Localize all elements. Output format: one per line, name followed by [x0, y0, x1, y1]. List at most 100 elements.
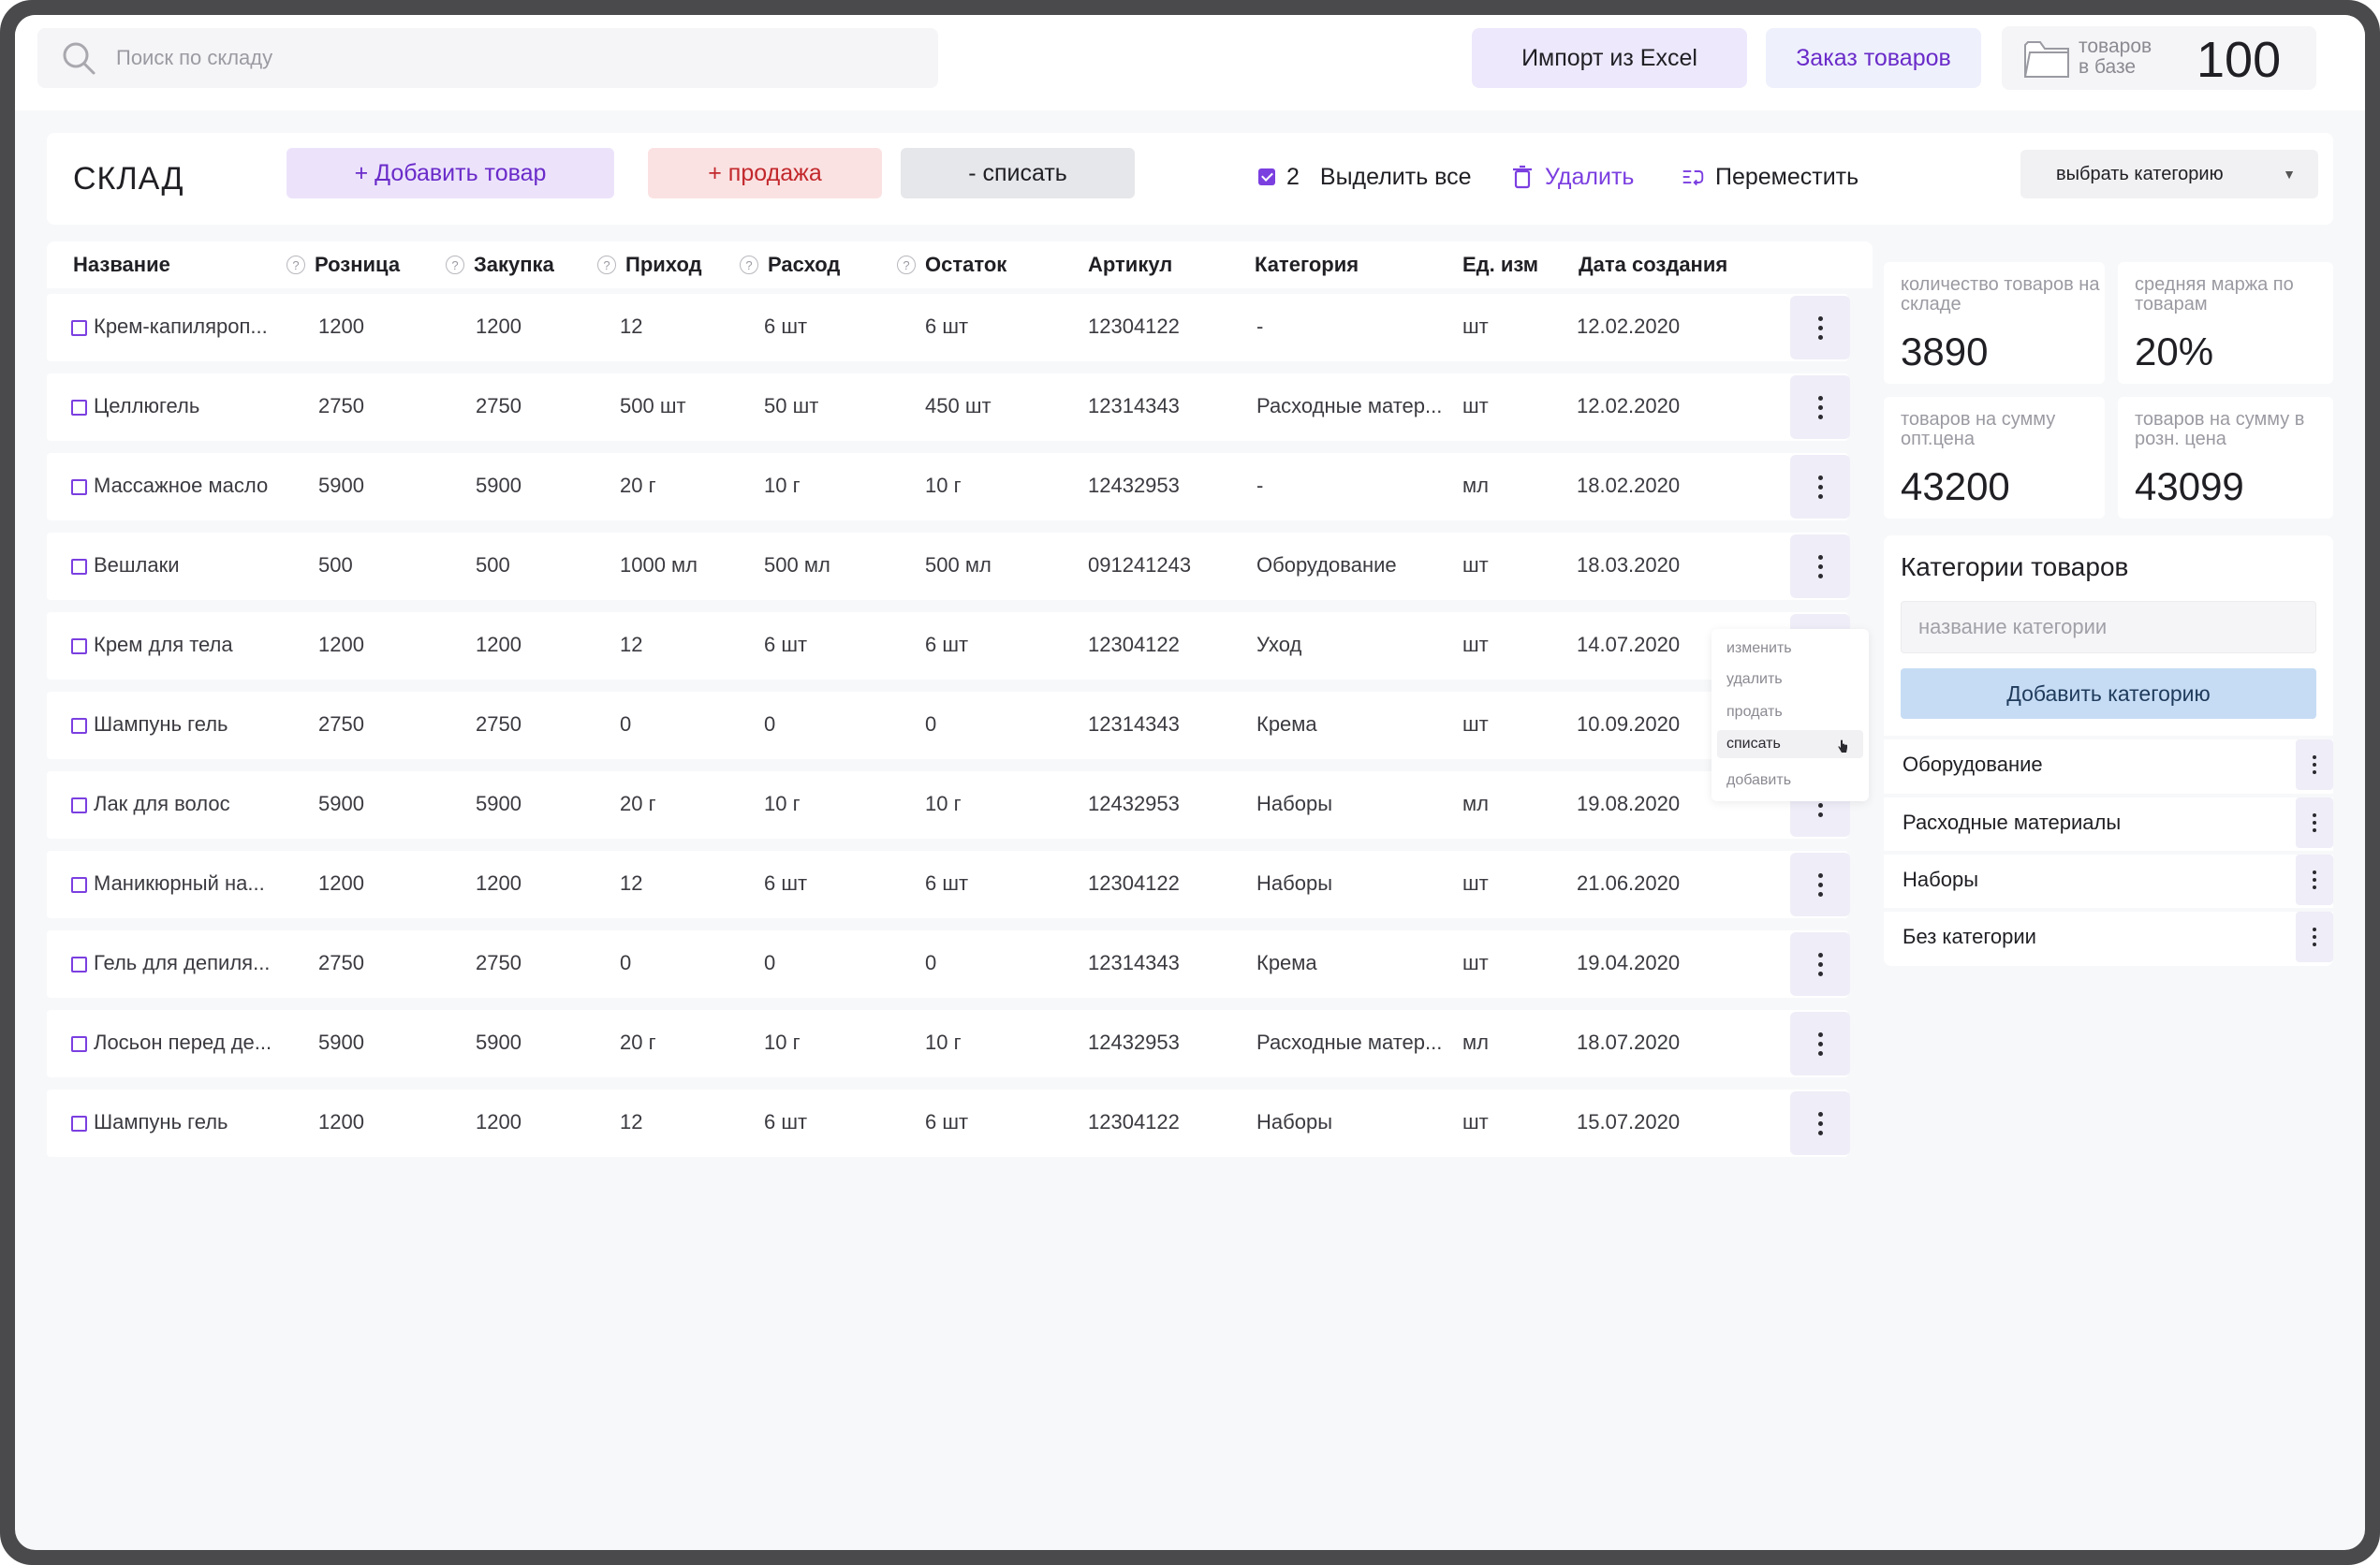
- add-category-button[interactable]: Добавить категорию: [1901, 668, 2316, 719]
- category-item[interactable]: Расходные материалы: [1884, 794, 2333, 848]
- cell-name: Крем-капиляроп...: [94, 314, 268, 338]
- cell-purchase: 5900: [476, 1031, 522, 1054]
- row-checkbox[interactable]: [71, 957, 87, 973]
- row-checkbox[interactable]: [71, 559, 87, 575]
- cell-unit: шт: [1462, 712, 1489, 736]
- header-category[interactable]: Категория: [1255, 253, 1359, 277]
- row-checkbox[interactable]: [71, 479, 87, 495]
- select-all-control[interactable]: 2 Выделить все: [1258, 161, 1472, 193]
- sale-button[interactable]: + продажа: [648, 148, 882, 198]
- order-goods-button[interactable]: Заказ товаров: [1766, 28, 1981, 88]
- row-checkbox[interactable]: [71, 718, 87, 734]
- header-retail[interactable]: ? Розница: [286, 253, 400, 277]
- row-checkbox[interactable]: [71, 797, 87, 813]
- stat-card-avg-margin: средняя маржа по товарам 20%: [2118, 262, 2333, 384]
- table-row[interactable]: Массажное масло 5900 5900 20 г 10 г 10 г 12432…: [47, 453, 1850, 520]
- select-all-checkbox[interactable]: [1258, 168, 1275, 185]
- table-row[interactable]: Лосьон перед де... 5900 5900 20 г 10 г 10 г 12…: [47, 1010, 1850, 1077]
- cell-article: 12304122: [1088, 633, 1180, 656]
- header-name[interactable]: Название: [73, 253, 170, 277]
- table-row[interactable]: Маникюрный на... 1200 1200 12 6 шт 6 шт 123041…: [47, 851, 1850, 918]
- row-menu-button[interactable]: [1790, 534, 1850, 598]
- table-row[interactable]: Вешлаки 500 500 1000 мл 500 мл 500 мл 09124124…: [47, 533, 1850, 600]
- row-checkbox[interactable]: [71, 877, 87, 893]
- row-menu-button[interactable]: [1790, 375, 1850, 439]
- stat-value: 20%: [2135, 329, 2214, 373]
- cell-income: 12: [620, 314, 643, 338]
- cell-expense: 10 г: [764, 474, 801, 497]
- row-menu-button[interactable]: [1790, 455, 1850, 519]
- category-name-input[interactable]: название категории: [1901, 601, 2316, 653]
- table-row[interactable]: Шампунь гель 2750 2750 0 0 0 12314343 Крема шт 10…: [47, 692, 1850, 759]
- row-menu-button[interactable]: [1790, 1091, 1850, 1155]
- row-menu-button[interactable]: [1790, 853, 1850, 916]
- category-menu-button[interactable]: [2296, 855, 2333, 905]
- table-row[interactable]: Целлюгель 2750 2750 500 шт 50 шт 450 шт 123143…: [47, 373, 1850, 441]
- cell-category: -: [1256, 314, 1264, 338]
- category-item[interactable]: Наборы: [1884, 851, 2333, 905]
- menu-item-add[interactable]: добавить: [1726, 772, 1791, 789]
- menu-item-write-off[interactable]: списать: [1717, 730, 1863, 758]
- table-row[interactable]: Лак для волос 5900 5900 20 г 10 г 10 г 1243295…: [47, 771, 1850, 839]
- selected-count: 2: [1286, 163, 1300, 190]
- category-menu-button[interactable]: [2296, 739, 2333, 790]
- category-select[interactable]: выбрать категорию ▼: [2020, 150, 2318, 198]
- header-remainder[interactable]: ? Остаток: [897, 253, 1006, 277]
- header-expense[interactable]: ? Расход: [740, 253, 840, 277]
- header-article[interactable]: Артикул: [1088, 253, 1172, 277]
- cell-category: Оборудование: [1256, 553, 1397, 577]
- help-icon[interactable]: ?: [740, 256, 758, 274]
- header-created-date[interactable]: Дата создания: [1579, 253, 1727, 277]
- cell-income: 12: [620, 633, 643, 656]
- row-checkbox[interactable]: [71, 1116, 87, 1132]
- header-purchase[interactable]: ? Закупка: [446, 253, 554, 277]
- row-checkbox[interactable]: [71, 1036, 87, 1052]
- header-income[interactable]: ? Приход: [597, 253, 702, 277]
- help-icon[interactable]: ?: [897, 256, 916, 274]
- move-selected-button[interactable]: Переместить: [1682, 161, 1858, 193]
- table-header: Название ? Розница ? Закупка ? Приход ? Расх…: [47, 241, 1873, 288]
- import-excel-button[interactable]: Импорт из Excel: [1472, 28, 1747, 88]
- category-item[interactable]: Без категории: [1884, 908, 2333, 962]
- menu-item-delete[interactable]: удалить: [1726, 671, 1783, 688]
- more-vertical-icon: [1817, 395, 1823, 419]
- table-row[interactable]: Крем-капиляроп... 1200 1200 12 6 шт 6 шт 12304…: [47, 294, 1850, 361]
- delete-selected-button[interactable]: Удалить: [1511, 161, 1634, 193]
- row-menu-button[interactable]: [1790, 932, 1850, 996]
- menu-item-sell[interactable]: продать: [1726, 704, 1783, 721]
- folder-icon: [2024, 41, 2069, 78]
- table-row[interactable]: Шампунь гель 1200 1200 12 6 шт 6 шт 12304122 На…: [47, 1090, 1850, 1157]
- stat-label: товаров на сумму в розн. цена: [2135, 409, 2305, 449]
- help-icon[interactable]: ?: [446, 256, 464, 274]
- cell-name: Крем для тела: [94, 633, 233, 656]
- help-icon[interactable]: ?: [597, 256, 616, 274]
- goods-in-base-label: товаров в базе: [2079, 36, 2152, 78]
- cell-remainder: 450 шт: [925, 394, 992, 417]
- stat-label: количество товаров на складе: [1901, 274, 2100, 314]
- cell-unit: шт: [1462, 871, 1489, 895]
- cell-remainder: 0: [925, 712, 937, 736]
- header-unit[interactable]: Ед. изм: [1462, 253, 1538, 277]
- row-menu-button[interactable]: [1790, 1012, 1850, 1075]
- row-menu-button[interactable]: [1790, 296, 1850, 359]
- add-product-button[interactable]: + Добавить товар: [286, 148, 614, 198]
- cell-remainder: 0: [925, 951, 937, 974]
- write-off-button[interactable]: - списать: [901, 148, 1135, 198]
- cell-remainder: 10 г: [925, 1031, 962, 1054]
- help-icon[interactable]: ?: [286, 256, 305, 274]
- table-row[interactable]: Гель для депиля... 2750 2750 0 0 0 12314343 Кре…: [47, 930, 1850, 998]
- cell-unit: шт: [1462, 314, 1489, 338]
- search-input[interactable]: Поиск по складу: [37, 28, 938, 88]
- cell-created-date: 18.07.2020: [1577, 1031, 1681, 1054]
- cell-income: 20 г: [620, 474, 656, 497]
- row-checkbox[interactable]: [71, 400, 87, 416]
- category-menu-button[interactable]: [2296, 912, 2333, 962]
- row-checkbox[interactable]: [71, 638, 87, 654]
- menu-item-edit[interactable]: изменить: [1726, 640, 1792, 657]
- row-checkbox[interactable]: [71, 320, 87, 336]
- category-menu-button[interactable]: [2296, 797, 2333, 848]
- category-item[interactable]: Оборудование: [1884, 736, 2333, 790]
- cell-created-date: 18.03.2020: [1577, 553, 1681, 577]
- table-row[interactable]: Крем для тела 1200 1200 12 6 шт 6 шт 12304122 У…: [47, 612, 1850, 680]
- category-item-label: Оборудование: [1903, 753, 2043, 776]
